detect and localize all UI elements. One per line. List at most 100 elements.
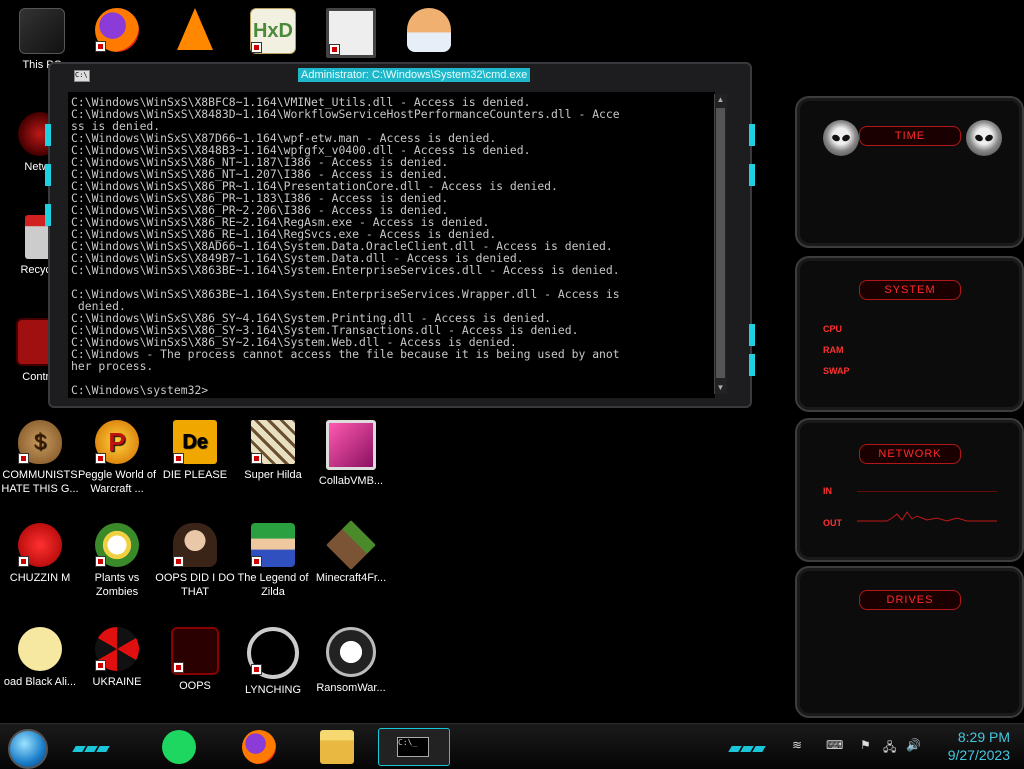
clock-time: 8:29 PM bbox=[957, 729, 1010, 745]
desktop-icon-peggle[interactable]: P Peggle World of Warcraft ... bbox=[77, 420, 157, 496]
desktop-icon-label: Peggle World of Warcraft ... bbox=[77, 469, 157, 495]
star-character-icon bbox=[18, 627, 62, 671]
desktop-icon-label: OOPS bbox=[179, 680, 211, 692]
network-out-graph bbox=[857, 511, 997, 522]
system-clock[interactable]: 8:29 PM 9/27/2023 bbox=[948, 728, 1010, 764]
cmd-titlebar[interactable]: C:\ Administrator: C:\Windows\System32\c… bbox=[68, 68, 732, 84]
desktop-icon-firefox[interactable] bbox=[77, 8, 157, 56]
radiation-icon bbox=[95, 627, 139, 671]
desktop-icon-die-please[interactable]: De DIE PLEASE bbox=[155, 420, 235, 482]
taskbar-cmd-icon[interactable]: C:\_ bbox=[378, 728, 450, 766]
gadget-title: NETWORK bbox=[859, 444, 961, 464]
network-tray-icon[interactable]: 🖧 bbox=[883, 738, 896, 759]
clock-date: 9/27/2023 bbox=[947, 747, 1010, 763]
gadget-system[interactable]: SYSTEM CPU RAM SWAP bbox=[795, 256, 1024, 412]
skull-icon bbox=[326, 627, 376, 677]
desktop-icon-ukraine[interactable]: UKRAINE bbox=[77, 627, 157, 689]
minecraft-icon bbox=[326, 520, 376, 570]
network-in-label: IN bbox=[823, 486, 832, 496]
desktop-icon-label: RansomWar... bbox=[316, 682, 386, 694]
desktop-icon-black-ali[interactable]: oad Black Ali... bbox=[0, 627, 80, 689]
cpu-label: CPU bbox=[823, 324, 843, 334]
desktop-icon-vlc[interactable] bbox=[155, 8, 235, 54]
scroll-thumb[interactable] bbox=[716, 108, 725, 378]
desktop-icon-oops-did-i[interactable]: OOPS DID I DO THAT bbox=[155, 523, 235, 599]
frame-accent bbox=[749, 354, 755, 376]
frame-accent bbox=[45, 124, 51, 146]
alien-logo-icon bbox=[966, 120, 1002, 156]
this-pc-icon bbox=[19, 8, 65, 54]
desktop-icon-zilda[interactable]: The Legend of Zilda bbox=[233, 523, 313, 599]
desktop-icon-label: CHUZZIN M bbox=[9, 572, 71, 584]
desktop-icon-label: Super Hilda bbox=[244, 469, 302, 481]
desktop-icon-label: Plants vs Zombies bbox=[94, 572, 140, 598]
desktop-icon-oops[interactable]: OOPS bbox=[155, 627, 235, 693]
desktop-icon-super-hilda[interactable]: Super Hilda bbox=[233, 420, 313, 482]
desktop-icon-hxd[interactable]: HxD bbox=[233, 8, 313, 58]
desktop-icon-minecraft[interactable]: Minecraft4Fr... bbox=[311, 520, 391, 585]
cmd-window[interactable]: C:\ Administrator: C:\Windows\System32\c… bbox=[45, 62, 755, 408]
desktop-icon-label: LYNCHING bbox=[244, 684, 302, 696]
flag-icon[interactable]: ⚑ bbox=[860, 738, 871, 752]
gadget-time[interactable]: TIME bbox=[795, 96, 1024, 248]
cmd-title: Administrator: C:\Windows\System32\cmd.e… bbox=[298, 68, 531, 82]
pvz-icon bbox=[95, 523, 139, 567]
firefox-icon bbox=[95, 8, 139, 52]
frame-accent bbox=[749, 164, 755, 186]
gadget-network[interactable]: NETWORK IN OUT bbox=[795, 418, 1024, 562]
portrait-icon bbox=[173, 523, 217, 567]
desktop-icon-doctor[interactable] bbox=[389, 8, 469, 56]
gadget-title: DRIVES bbox=[859, 590, 961, 610]
oops-icon bbox=[171, 627, 219, 675]
taskbar-file-explorer-icon[interactable] bbox=[320, 730, 354, 764]
desktop-icon-collabvm[interactable]: CollabVMB... bbox=[311, 420, 391, 488]
scroll-up-arrow-icon[interactable]: ▲ bbox=[715, 94, 726, 106]
vlc-icon bbox=[177, 8, 213, 50]
ram-label: RAM bbox=[823, 345, 844, 355]
desktop-icon-lynching[interactable]: LYNCHING bbox=[233, 627, 313, 697]
doctor-icon bbox=[407, 8, 451, 52]
desktop-icon-label: UKRAINE bbox=[92, 676, 142, 688]
taskbar-spotify-icon[interactable] bbox=[162, 730, 196, 764]
peggle-icon: P bbox=[95, 420, 139, 464]
money-bag-icon: $ bbox=[18, 420, 62, 464]
taskbar-accent bbox=[728, 739, 766, 752]
show-hidden-icons-icon[interactable]: ≋ bbox=[792, 738, 802, 752]
desktop-icon-chuzzin[interactable]: CHUZZIN M bbox=[0, 523, 80, 585]
chuzzle-icon bbox=[18, 523, 62, 567]
desktop-icon-communists[interactable]: $ COMMUNISTS HATE THIS G... bbox=[0, 420, 80, 496]
gadget-title: SYSTEM bbox=[859, 280, 961, 300]
gadget-drives[interactable]: DRIVES bbox=[795, 566, 1024, 718]
desktop-icon-ransomware[interactable]: RansomWar... bbox=[311, 627, 391, 695]
alien-logo-icon bbox=[823, 120, 859, 156]
lynching-icon bbox=[247, 627, 299, 679]
keyboard-icon[interactable]: ⌨ bbox=[826, 738, 843, 752]
console-scrollbar[interactable]: ▲ ▼ bbox=[714, 94, 727, 394]
start-button[interactable] bbox=[8, 729, 48, 769]
volume-icon[interactable]: 🔊 bbox=[906, 738, 921, 752]
desktop-icon-label: The Legend of Zilda bbox=[237, 572, 309, 598]
taskbar-firefox-icon[interactable] bbox=[242, 730, 276, 764]
network-out-label: OUT bbox=[823, 518, 842, 528]
frame-accent bbox=[45, 164, 51, 186]
cmd-icon: C:\_ bbox=[397, 737, 429, 757]
die-icon: De bbox=[173, 420, 217, 464]
swap-label: SWAP bbox=[823, 366, 850, 376]
desktop-icon-label: Minecraft4Fr... bbox=[315, 572, 387, 584]
desktop-icon-label: oad Black Ali... bbox=[3, 676, 77, 688]
desktop-icon-pvz[interactable]: Plants vs Zombies bbox=[77, 523, 157, 599]
desktop-icon-label: CollabVMB... bbox=[318, 475, 384, 487]
zilda-icon bbox=[251, 523, 295, 567]
app-icon bbox=[326, 8, 376, 58]
scroll-down-arrow-icon[interactable]: ▼ bbox=[715, 382, 726, 394]
desktop-icon-label: OOPS DID I DO THAT bbox=[155, 572, 235, 598]
super-hilda-icon bbox=[251, 420, 295, 464]
desktop-icon-app[interactable] bbox=[311, 8, 391, 62]
console-output[interactable]: C:\Windows\WinSxS\X8BFC8~1.164\VMINet_Ut… bbox=[68, 92, 715, 398]
desktop-icon-label: COMMUNISTS HATE THIS G... bbox=[1, 469, 79, 495]
network-in-graph bbox=[857, 491, 997, 492]
gadget-title: TIME bbox=[859, 126, 961, 146]
taskbar: C:\_ ≋ ⌨ ⚑ 🖧 🔊 8:29 PM 9/27/2023 bbox=[0, 723, 1024, 769]
frame-accent bbox=[45, 204, 51, 226]
frame-accent bbox=[749, 124, 755, 146]
